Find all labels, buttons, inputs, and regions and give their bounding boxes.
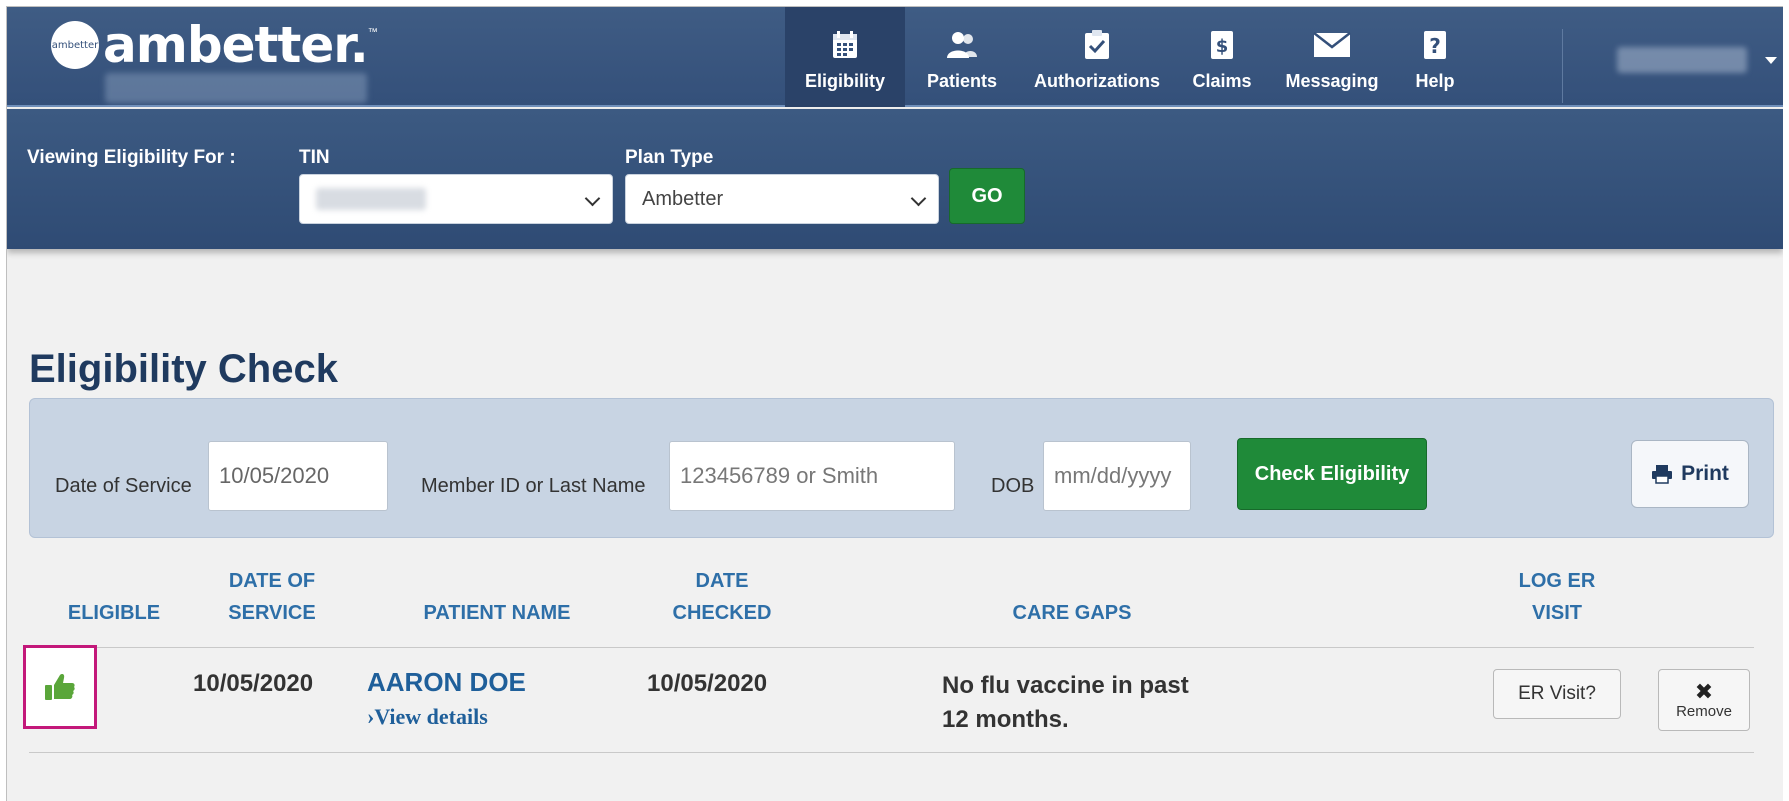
header-divider bbox=[29, 647, 1754, 648]
check-eligibility-button[interactable]: Check Eligibility bbox=[1237, 438, 1427, 510]
nav-label: Eligibility bbox=[804, 71, 885, 91]
plan-type-value: Ambetter bbox=[642, 187, 724, 210]
view-details-link[interactable]: ›View details bbox=[367, 704, 488, 730]
nav-eligibility[interactable]: Eligibility bbox=[785, 7, 905, 107]
header-text: CHECKED bbox=[672, 602, 772, 624]
printer-icon bbox=[1651, 464, 1673, 484]
remove-button[interactable]: ✖ Remove bbox=[1658, 669, 1750, 731]
svg-text:$: $ bbox=[1216, 36, 1229, 57]
col-header-eligible: ELIGIBLE bbox=[49, 597, 179, 629]
row-divider bbox=[29, 752, 1754, 753]
nav-label: Help bbox=[1415, 71, 1455, 91]
print-label: Print bbox=[1681, 462, 1729, 485]
question-icon: ? bbox=[1423, 27, 1447, 63]
member-id-label: Member ID or Last Name bbox=[421, 475, 646, 497]
dob-input[interactable]: mm/dd/yyyy bbox=[1043, 441, 1191, 511]
dollar-document-icon: $ bbox=[1210, 27, 1234, 63]
header-text: LOG ER bbox=[1518, 570, 1596, 592]
nav-patients[interactable]: Patients bbox=[905, 7, 1019, 107]
clipboard-check-icon bbox=[1084, 27, 1110, 63]
nav-messaging[interactable]: Messaging bbox=[1269, 7, 1395, 107]
er-visit-button[interactable]: ER Visit? bbox=[1493, 669, 1621, 719]
header-text: SERVICE bbox=[228, 602, 316, 624]
envelope-icon bbox=[1313, 27, 1351, 63]
header-text: VISIT bbox=[1531, 602, 1582, 624]
svg-text:?: ? bbox=[1429, 34, 1441, 58]
thumbs-up-icon bbox=[44, 672, 76, 702]
col-header-care-gaps: CARE GAPS bbox=[992, 597, 1152, 629]
col-header-patient-name: PATIENT NAME bbox=[407, 597, 587, 629]
header-text: DATE OF bbox=[228, 570, 316, 592]
nav-label: Authorizations bbox=[1034, 71, 1160, 91]
tin-label: TIN bbox=[299, 147, 330, 168]
page-title: Eligibility Check bbox=[29, 347, 338, 391]
nav-divider bbox=[1562, 29, 1563, 103]
header-text: CARE GAPS bbox=[1012, 602, 1132, 624]
header-text: PATIENT NAME bbox=[423, 602, 571, 624]
viewing-eligibility-label: Viewing Eligibility For : bbox=[27, 147, 236, 168]
logo-trademark: ™ bbox=[367, 27, 378, 38]
remove-label: Remove bbox=[1676, 702, 1732, 720]
logo-badge: ambetter bbox=[51, 21, 99, 69]
date-of-service-input[interactable]: 10/05/2020 bbox=[208, 441, 388, 511]
care-gap-cell: No flu vaccine in past 12 months. bbox=[942, 672, 1189, 733]
people-icon bbox=[946, 27, 978, 63]
header-text: DATE bbox=[695, 570, 749, 592]
date-checked-cell: 10/05/2020 bbox=[647, 670, 768, 697]
print-button[interactable]: Print bbox=[1631, 440, 1749, 508]
redacted-provider-name bbox=[105, 73, 367, 103]
close-icon: ✖ bbox=[1694, 678, 1714, 704]
plan-type-label: Plan Type bbox=[625, 147, 714, 168]
nav-label: Messaging bbox=[1285, 71, 1379, 91]
date-of-service-cell: 10/05/2020 bbox=[193, 670, 314, 697]
calendar-icon bbox=[831, 27, 859, 63]
go-button[interactable]: GO bbox=[949, 168, 1025, 224]
nav-label: Patients bbox=[926, 71, 998, 91]
col-header-date-of-service: DATE OF SERVICE bbox=[207, 565, 337, 629]
col-header-date-checked: DATE CHECKED bbox=[652, 565, 792, 629]
nav-claims[interactable]: $ Claims bbox=[1175, 7, 1269, 107]
eligible-status-cell bbox=[23, 645, 97, 729]
chevron-down-icon bbox=[584, 190, 601, 207]
nav-help[interactable]: ? Help bbox=[1395, 7, 1475, 107]
user-menu[interactable] bbox=[1617, 47, 1777, 73]
logo-wordmark: ambetter. bbox=[103, 16, 369, 74]
plan-type-select[interactable]: Ambetter bbox=[625, 174, 939, 224]
member-id-input[interactable]: 123456789 or Smith bbox=[669, 441, 955, 511]
app-frame: ambetter ambetter. ™ Eligibility Patient… bbox=[6, 6, 1783, 801]
redacted-user-name bbox=[1617, 47, 1747, 73]
dob-label: DOB bbox=[991, 475, 1035, 497]
header-text: ELIGIBLE bbox=[67, 602, 161, 624]
ambetter-logo[interactable]: ambetter ambetter. ™ bbox=[51, 16, 378, 74]
top-navigation-bar: ambetter ambetter. ™ Eligibility Patient… bbox=[7, 7, 1783, 107]
col-header-log-er-visit: LOG ER VISIT bbox=[1497, 565, 1617, 629]
chevron-down-icon bbox=[910, 190, 927, 207]
patient-name-link[interactable]: AARON DOE bbox=[367, 667, 526, 698]
chevron-down-icon bbox=[1765, 56, 1777, 64]
main-nav: Eligibility Patients Authorizations $ Cl… bbox=[785, 7, 1475, 107]
nav-authorizations[interactable]: Authorizations bbox=[1019, 7, 1175, 107]
nav-label: Claims bbox=[1192, 71, 1252, 91]
redacted-tin bbox=[316, 188, 426, 210]
tin-select[interactable] bbox=[299, 174, 613, 224]
date-of-service-label: Date of Service bbox=[55, 475, 192, 497]
